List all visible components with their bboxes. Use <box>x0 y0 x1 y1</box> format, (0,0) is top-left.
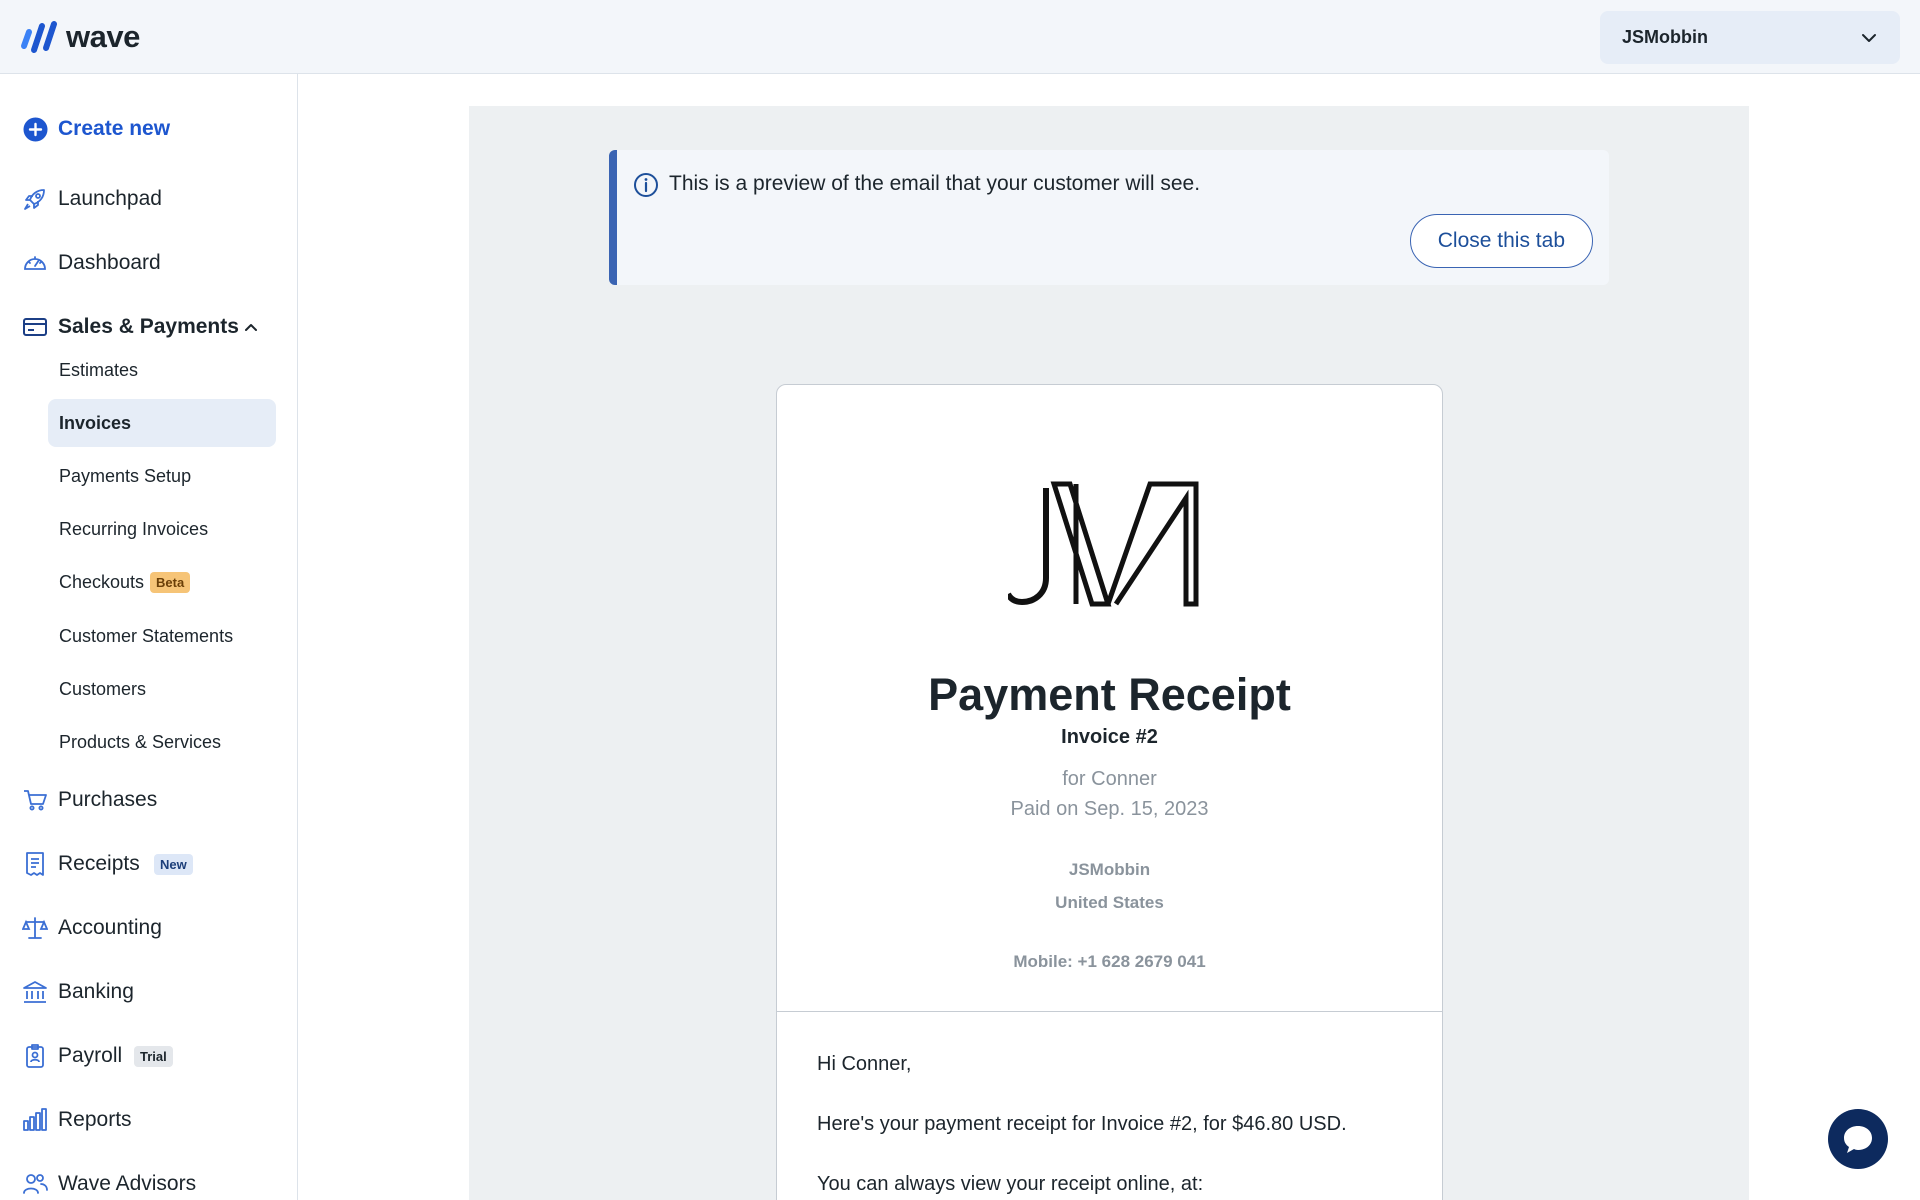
receipt-icon <box>22 851 48 877</box>
preview-notice-text: This is a preview of the email that your… <box>669 172 1201 195</box>
beta-badge: Beta <box>150 571 191 593</box>
receipt-paid-date: Paid on Sep. 15, 2023 <box>1010 798 1209 820</box>
sidebar-label-dashboard: Dashboard <box>58 251 161 274</box>
sidebar-subitem-payments-setup[interactable]: Payments Setup <box>48 452 276 500</box>
gauge-icon <box>22 250 48 276</box>
receipt-customer: for Conner <box>1062 768 1157 790</box>
receipt-invoice-number: Invoice #2 <box>1061 726 1158 748</box>
sidebar-item-launchpad[interactable]: Launchpad <box>0 180 298 218</box>
top-bar: wave JSMobbin <box>0 0 1920 74</box>
main-content: This is a preview of the email that your… <box>299 74 1920 1200</box>
sidebar-subitem-checkouts[interactable]: Checkouts Beta <box>48 558 276 606</box>
preview-notice: This is a preview of the email that your… <box>609 150 1609 285</box>
credit-card-icon <box>22 314 48 340</box>
sidebar-subitem-customers[interactable]: Customers <box>48 665 276 713</box>
sidebar-label-invoices: Invoices <box>59 412 132 433</box>
rocket-icon <box>22 186 48 212</box>
sidebar-label-recurring-invoices: Recurring Invoices <box>59 518 209 539</box>
sidebar-item-accounting[interactable]: Accounting <box>0 909 298 947</box>
bar-chart-icon <box>22 1107 48 1133</box>
sidebar-label-wave-advisors: Wave Advisors <box>58 1172 197 1195</box>
business-name: JSMobbin <box>1622 27 1708 47</box>
payment-receipt-card: Payment Receipt Invoice #2 for Conner Pa… <box>776 384 1443 1200</box>
sidebar-label-estimates: Estimates <box>59 359 139 380</box>
new-badge: New <box>154 853 193 875</box>
shopping-cart-icon <box>22 787 48 813</box>
sidebar-label-products-services: Products & Services <box>59 731 222 752</box>
chevron-down-icon <box>1862 33 1876 42</box>
sidebar-label-accounting: Accounting <box>58 916 162 939</box>
wave-logo-icon <box>21 21 57 53</box>
sidebar-subitem-invoices[interactable]: Invoices <box>48 399 276 447</box>
sidebar-label-checkouts: Checkouts <box>59 571 145 592</box>
bank-icon <box>22 979 48 1005</box>
sidebar-label-banking: Banking <box>58 980 134 1003</box>
sidebar-item-dashboard[interactable]: Dashboard <box>0 244 298 282</box>
sidebar-subitem-customer-statements[interactable]: Customer Statements <box>48 612 276 660</box>
sidebar-item-purchases[interactable]: Purchases <box>0 781 298 819</box>
sidebar-label-receipts: Receipts <box>58 852 140 875</box>
receipt-view-online-text: You can always view your receipt online,… <box>817 1173 1204 1195</box>
sidebar-subitem-recurring-invoices[interactable]: Recurring Invoices <box>48 505 276 553</box>
clipboard-user-icon <box>22 1043 48 1069</box>
receipt-body-text: Here's your payment receipt for Invoice … <box>817 1113 1347 1135</box>
business-logo <box>1008 481 1199 607</box>
sidebar: Create new Launchpad Dashboard Sales & P… <box>0 74 298 1200</box>
create-new-label: Create new <box>58 117 171 140</box>
sidebar-label-payments-setup: Payments Setup <box>59 465 192 486</box>
sidebar-label-customers: Customers <box>59 678 147 699</box>
sidebar-label-sales-payments: Sales & Payments <box>58 315 239 338</box>
receipt-business-country: United States <box>1055 893 1164 912</box>
users-icon <box>22 1171 48 1197</box>
sidebar-label-customer-statements: Customer Statements <box>59 625 234 646</box>
sidebar-item-reports[interactable]: Reports <box>0 1101 298 1139</box>
wave-logo[interactable]: wave <box>20 19 140 55</box>
create-new-button[interactable]: Create new <box>0 110 298 148</box>
scale-icon <box>22 915 48 941</box>
sidebar-label-reports: Reports <box>58 1108 132 1131</box>
sidebar-label-payroll: Payroll <box>58 1044 123 1067</box>
sidebar-item-banking[interactable]: Banking <box>0 973 298 1011</box>
receipt-divider <box>777 1011 1442 1012</box>
plus-circle-icon <box>22 116 48 142</box>
sidebar-item-receipts[interactable]: Receipts New <box>0 845 298 883</box>
close-tab-button[interactable]: Close this tab <box>1409 214 1593 268</box>
chevron-up-icon <box>245 324 257 331</box>
receipt-business-mobile: Mobile: +1 628 2679 041 <box>1013 952 1206 971</box>
wave-logo-text: wave <box>66 19 140 54</box>
sidebar-item-sales-payments[interactable]: Sales & Payments <box>0 308 298 346</box>
sidebar-label-launchpad: Launchpad <box>58 187 162 210</box>
sidebar-item-wave-advisors[interactable]: Wave Advisors <box>0 1165 298 1200</box>
sidebar-item-payroll[interactable]: Payroll Trial <box>0 1037 298 1075</box>
receipt-greeting: Hi Conner, <box>817 1053 912 1075</box>
sidebar-subitem-products-services[interactable]: Products & Services <box>48 718 276 766</box>
sidebar-subitem-estimates[interactable]: Estimates <box>48 346 276 394</box>
business-switcher[interactable]: JSMobbin <box>1600 11 1900 64</box>
email-preview-area: This is a preview of the email that your… <box>469 106 1749 1200</box>
receipt-business-name: JSMobbin <box>1068 860 1151 879</box>
chat-bubble-icon <box>1844 1126 1872 1153</box>
trial-badge: Trial <box>134 1045 173 1067</box>
receipt-title: Payment Receipt <box>928 669 1291 720</box>
chat-button[interactable] <box>1828 1109 1888 1169</box>
sidebar-label-purchases: Purchases <box>58 788 158 811</box>
info-icon <box>634 173 658 197</box>
